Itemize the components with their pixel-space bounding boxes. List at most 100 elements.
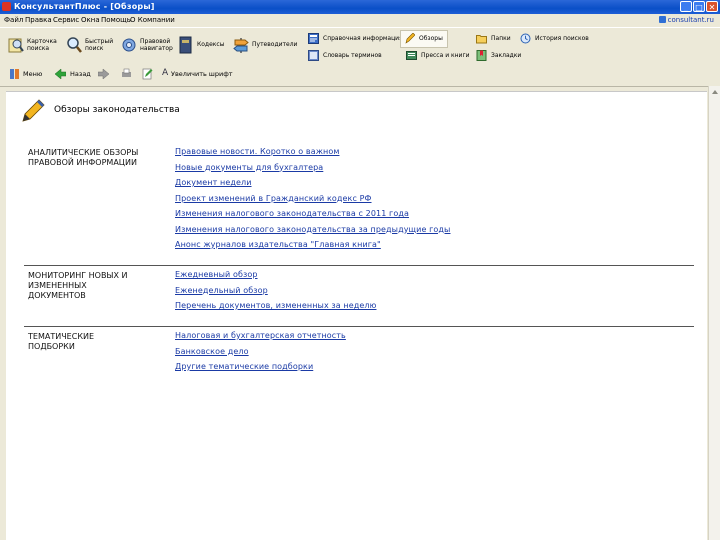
page-header: Обзоры законодательства [6, 92, 707, 132]
section-divider [24, 326, 694, 327]
site-link-label: consultant.ru [667, 16, 714, 24]
press-books-label: Пресса и книги [421, 52, 470, 59]
link-legal-news[interactable]: Правовые новости. Коротко о важном [175, 144, 450, 160]
legal-navigator-button[interactable]: Правовой навигатор [121, 32, 173, 58]
menu-icon [10, 69, 19, 79]
link-list: Налоговая и бухгалтерская отчетность Бан… [175, 328, 346, 375]
link-civil-code-draft[interactable]: Проект изменений в Гражданский кодекс РФ [175, 191, 450, 207]
link-daily-review[interactable]: Ежедневный обзор [175, 267, 376, 283]
press-books-button[interactable]: Пресса и книги [406, 50, 470, 62]
heading-line: ПОДБОРКИ [28, 342, 75, 351]
link-tax-changes-previous[interactable]: Изменения налогового законодательства за… [175, 222, 450, 238]
guides-button[interactable]: Путеводители [233, 32, 298, 58]
close-button[interactable]: ✕ [706, 1, 718, 12]
main-toolbar: Карточка поиска Быстрый поиск Правовой нави… [0, 27, 720, 65]
guides-label: Путеводители [252, 41, 298, 48]
print-icon[interactable] [121, 68, 132, 80]
thematic-section: ТЕМАТИЧЕСКИЕ ПОДБОРКИ Налоговая и бухгал… [18, 331, 694, 382]
back-arrow-icon[interactable] [55, 68, 66, 80]
menu-windows[interactable]: Окна [81, 16, 100, 24]
enlarge-font-button[interactable]: Увеличить шрифт [171, 70, 233, 78]
heading-line: ИЗМЕНЕННЫХ [28, 281, 87, 290]
search-card-button[interactable]: Карточка поиска [8, 32, 60, 58]
codes-label: Кодексы [197, 41, 225, 48]
link-tax-changes-2011[interactable]: Изменения налогового законодательства с … [175, 206, 450, 222]
heading-line: МОНИТОРИНГ НОВЫХ И [28, 271, 128, 280]
folders-button[interactable]: Папки [476, 33, 516, 45]
heading-line: ПРАВОВОЙ ИНФОРМАЦИИ [28, 158, 137, 167]
menu-bar: Файл Правка Сервис Окна Помощь О Компани… [0, 14, 720, 27]
folders-label: Папки [491, 35, 511, 42]
search-card-label-2: поиска [27, 45, 50, 52]
reviews-label: Обзоры [419, 35, 443, 42]
search-history-label: История поисков [535, 35, 589, 42]
bookmark-icon [476, 50, 487, 61]
dictionary-label: Словарь терминов [323, 52, 382, 59]
heading-line: АНАЛИТИЧЕСКИЕ ОБЗОРЫ [28, 148, 139, 157]
minimize-button[interactable]: _ [680, 1, 692, 12]
edit-doc-icon[interactable] [142, 68, 153, 80]
heading-line: ТЕМАТИЧЕСКИЕ [28, 332, 95, 341]
link-accountant-docs[interactable]: Новые документы для бухгалтера [175, 160, 450, 176]
signpost-icon [233, 38, 249, 53]
link-weekly-review[interactable]: Еженедельный обзор [175, 283, 376, 299]
bookmarks-label: Закладки [491, 52, 522, 59]
codes-button[interactable]: Кодексы [178, 32, 228, 58]
reviews-button[interactable]: Обзоры [400, 30, 448, 48]
title-bar: КонсультантПлюс - [Обзоры] _ □ ✕ [0, 0, 720, 14]
heading-line: ДОКУМЕНТОВ [28, 291, 86, 300]
bookmarks-button[interactable]: Закладки [476, 50, 524, 62]
book-icon [179, 36, 192, 54]
legal-navigator-label-2: навигатор [140, 45, 173, 52]
section-heading: МОНИТОРИНГ НОВЫХ И ИЗМЕНЕННЫХ ДОКУМЕНТОВ [28, 271, 168, 301]
menu-edit[interactable]: Правка [25, 16, 52, 24]
pen-icon [405, 33, 415, 44]
menu-service[interactable]: Сервис [53, 16, 79, 24]
dictionary-icon [308, 50, 319, 61]
menu-button[interactable]: Меню [23, 70, 42, 78]
app-logo-icon [2, 2, 11, 11]
navigation-toolbar: Меню Назад A Увеличить шрифт [0, 64, 720, 87]
vertical-scrollbar[interactable] [708, 86, 720, 540]
link-list: Правовые новости. Коротко о важном Новые… [175, 144, 450, 253]
analytical-reviews-section: АНАЛИТИЧЕСКИЕ ОБЗОРЫ ПРАВОВОЙ ИНФОРМАЦИИ… [18, 147, 694, 263]
gear-globe-icon [122, 38, 136, 52]
pen-icon [22, 99, 45, 122]
scroll-up-icon[interactable] [709, 88, 720, 96]
link-glavnaya-kniga[interactable]: Анонс журналов издательства "Главная кни… [175, 237, 450, 253]
press-icon [406, 51, 417, 60]
maximize-button[interactable]: □ [693, 1, 705, 12]
folder-icon [476, 35, 487, 44]
link-list: Ежедневный обзор Еженедельный обзор Пере… [175, 267, 376, 314]
link-other-thematic[interactable]: Другие тематические подборки [175, 359, 346, 375]
site-link[interactable]: consultant.ru [658, 16, 714, 24]
quick-search-label-2: поиск [85, 45, 104, 52]
search-card-icon [8, 38, 24, 53]
section-heading: ТЕМАТИЧЕСКИЕ ПОДБОРКИ [28, 332, 168, 352]
application-window: КонсультантПлюс - [Обзоры] _ □ ✕ Файл Пр… [0, 0, 720, 540]
magnifier-icon [67, 37, 82, 53]
window-title: КонсультантПлюс - [Обзоры] [14, 2, 155, 11]
search-history-button[interactable]: История поисков [520, 33, 592, 45]
link-tax-reporting[interactable]: Налоговая и бухгалтерская отчетность [175, 328, 346, 344]
back-button[interactable]: Назад [70, 70, 91, 78]
page-title: Обзоры законодательства [54, 105, 180, 115]
reference-info-button[interactable]: Справочная информация [308, 33, 403, 45]
dictionary-button[interactable]: Словарь терминов [308, 50, 388, 62]
quick-search-label-1: Быстрый [85, 38, 114, 45]
reference-info-label: Справочная информация [323, 35, 403, 42]
legal-navigator-label-1: Правовой [140, 38, 171, 45]
link-changed-docs-list[interactable]: Перечень документов, измененных за недел… [175, 298, 376, 314]
history-icon [520, 33, 531, 44]
menu-file[interactable]: Файл [4, 16, 23, 24]
document-view: Обзоры законодательства АНАЛИТИЧЕСКИЕ ОБ… [6, 91, 707, 540]
menu-help[interactable]: Помощь [101, 16, 131, 24]
menu-about[interactable]: О Компании [130, 16, 175, 24]
section-divider [24, 265, 694, 266]
globe-icon [658, 16, 666, 23]
link-banking[interactable]: Банковское дело [175, 344, 346, 360]
forward-arrow-icon[interactable] [98, 68, 109, 80]
section-heading: АНАЛИТИЧЕСКИЕ ОБЗОРЫ ПРАВОВОЙ ИНФОРМАЦИИ [28, 148, 168, 168]
link-document-of-week[interactable]: Документ недели [175, 175, 450, 191]
quick-search-button[interactable]: Быстрый поиск [66, 32, 116, 58]
